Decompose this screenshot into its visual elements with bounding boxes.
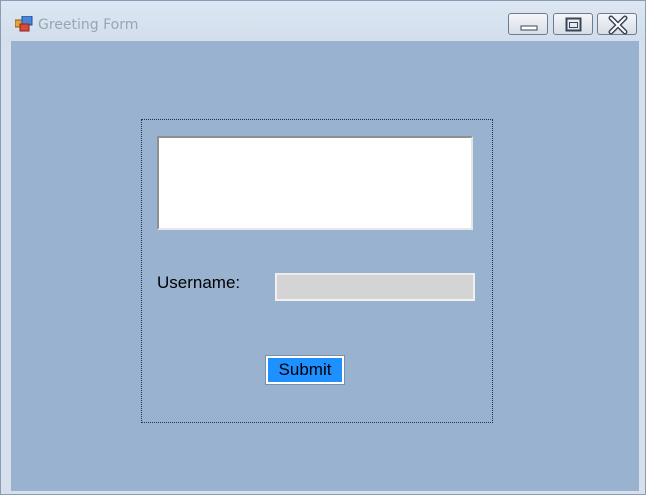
window-title: Greeting Form <box>38 17 139 33</box>
maximize-button[interactable] <box>553 13 593 35</box>
title-bar[interactable]: Greeting Form <box>1 1 645 41</box>
username-input[interactable] <box>275 273 475 301</box>
form-client-area: Username: Submit <box>11 41 639 491</box>
message-textbox[interactable] <box>157 136 473 230</box>
greeting-form-window: Greeting Form Username: Submit <box>0 0 646 495</box>
username-label: Username: <box>157 273 241 292</box>
app-window-icon <box>14 15 33 32</box>
submit-button[interactable]: Submit <box>265 355 345 385</box>
close-button[interactable] <box>597 13 637 35</box>
minimize-button[interactable] <box>508 13 548 35</box>
